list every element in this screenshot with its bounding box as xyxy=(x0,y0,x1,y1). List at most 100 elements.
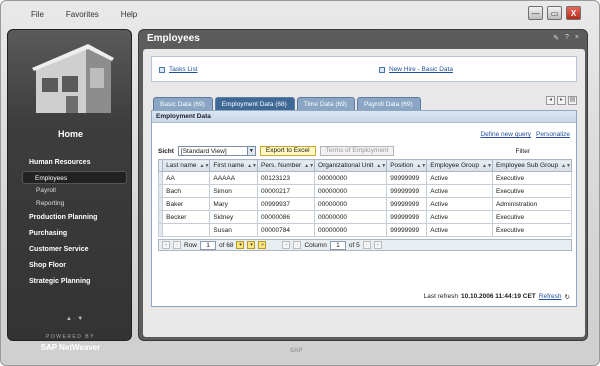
table-cell: Sidney xyxy=(209,210,259,224)
terms-of-employment-button[interactable]: Terms of Employment xyxy=(319,146,395,156)
nav-section-strategic-planning[interactable]: Strategic Planning xyxy=(8,274,133,290)
refresh-icon[interactable]: ↻ xyxy=(565,293,570,301)
nav-section-production-planning[interactable]: Production Planning xyxy=(8,210,133,226)
filter-label[interactable]: Filter xyxy=(516,148,530,155)
col-org-unit[interactable]: Organizational Unit ▲▼ xyxy=(314,159,388,172)
chevron-down-icon[interactable]: ▼ xyxy=(246,147,255,155)
sort-icon[interactable]: ▲▼ xyxy=(200,163,210,169)
tab-prev-icon[interactable]: ◂ xyxy=(546,96,555,105)
sort-icon[interactable]: ▲▼ xyxy=(376,163,386,169)
maximize-button[interactable]: ▭ xyxy=(547,6,562,20)
page-title: Employees xyxy=(147,33,200,44)
col-employee-sub-group[interactable]: Employee Sub Group ▲▼ xyxy=(491,159,573,172)
menu-file[interactable]: File xyxy=(31,10,44,19)
first-page-icon[interactable]: « xyxy=(162,241,170,249)
last-page-icon[interactable]: » xyxy=(258,241,267,249)
query-links: Define new query Personalize xyxy=(480,131,570,138)
row-of-label: of 68 xyxy=(219,241,234,249)
table-cell: 00123123 xyxy=(257,171,316,185)
table-cell: 00000000 xyxy=(314,210,388,224)
edit-icon[interactable]: ✎ xyxy=(553,34,559,42)
new-hire-link[interactable]: New Hire - Basic Data xyxy=(379,66,453,73)
prev-col-icon[interactable]: ‹ xyxy=(293,241,302,249)
sort-icon[interactable]: ▲▼ xyxy=(482,163,492,169)
tab-next-icon[interactable]: ▸ xyxy=(557,96,566,105)
table-cell: Mary xyxy=(209,197,259,211)
refresh-link[interactable]: Refresh xyxy=(539,293,562,301)
table-row[interactable]: Susan 00000784 00000000 99999999 Active Execu… xyxy=(157,223,573,237)
next-col-icon[interactable]: › xyxy=(362,241,371,249)
close-button[interactable]: X xyxy=(566,6,581,20)
minimize-button[interactable]: — xyxy=(528,6,543,20)
table-row[interactable]: Bach Simon 00000217 00000000 99999999 Active E… xyxy=(157,184,573,198)
tab-payroll-data[interactable]: Payroll Data (69) xyxy=(356,97,421,110)
col-label: Organizational Unit xyxy=(318,162,374,169)
menu-help[interactable]: Help xyxy=(121,10,137,19)
tab-scroll-buttons: ◂ ▸ ▤ xyxy=(546,96,577,105)
new-hire-label: New Hire - Basic Data xyxy=(389,66,453,73)
col-label: Last name xyxy=(166,162,197,169)
col-last-name[interactable]: Last name ▲▼ xyxy=(162,159,211,172)
table-cell: Baker xyxy=(162,197,211,211)
nav-scroll-arrows[interactable]: ▲ · ▼ xyxy=(66,316,83,322)
table-row[interactable]: AA AAAAA 00123123 00000000 99999999 Active Exe… xyxy=(157,171,573,185)
col-position[interactable]: Position ▲▼ xyxy=(386,159,428,172)
view-select[interactable]: [Standard View] ▼ xyxy=(177,146,256,156)
main-panel: Employees ✎ ? × Tasks List New Hire - Ba… xyxy=(138,29,588,341)
sort-icon[interactable]: ▲▼ xyxy=(561,163,571,169)
sort-icon[interactable]: ▲▼ xyxy=(304,163,314,169)
nav-menu: Human Resources Employees Payroll Report… xyxy=(8,155,133,290)
tab-employment-data[interactable]: Employment Data (68) xyxy=(214,97,295,110)
col-label: Employee Sub Group xyxy=(495,162,559,169)
col-employee-group[interactable]: Employee Group ▲▼ xyxy=(426,159,493,172)
prev-page-icon[interactable]: ‹ xyxy=(173,241,181,249)
nav-section-human-resources[interactable]: Human Resources xyxy=(8,155,133,171)
home-building-icon[interactable] xyxy=(26,38,116,123)
table-cell: Executive xyxy=(491,210,573,224)
personalize-link[interactable]: Personalize xyxy=(536,131,570,138)
column-input[interactable]: 1 xyxy=(329,240,346,250)
home-label[interactable]: Home xyxy=(8,129,133,139)
tab-basic-data[interactable]: Basic Data (69) xyxy=(153,97,213,110)
next-page-icon[interactable]: ▾ xyxy=(236,241,245,249)
nav-item-reporting[interactable]: Reporting xyxy=(8,197,133,210)
table-cell: Executive xyxy=(491,184,573,198)
tab-time-data[interactable]: Time Data (69) xyxy=(296,97,355,110)
first-col-icon[interactable]: « xyxy=(282,241,291,249)
col-pers-number[interactable]: Pers. Number ▲▼ xyxy=(257,159,316,172)
powered-by-label: POWERED BY xyxy=(46,334,95,340)
table-cell: 99999999 xyxy=(386,184,428,198)
last-refresh-timestamp: 10.10.2006 11:44:19 CET xyxy=(460,293,536,300)
nav-section-shop-floor[interactable]: Shop Floor xyxy=(8,258,133,274)
table-row[interactable]: Becker Sidney 00000086 00000000 99999999 Acti… xyxy=(157,210,573,224)
table-cell: Executive xyxy=(491,171,573,185)
row-input[interactable]: 1 xyxy=(200,240,217,250)
sort-icon[interactable]: ▲▼ xyxy=(247,163,257,169)
table-cell: Administration xyxy=(491,197,573,211)
table-row[interactable]: Baker Mary 00999937 00000000 99999999 Active A… xyxy=(157,197,573,211)
sort-icon[interactable]: ▲▼ xyxy=(416,163,426,169)
last-col-icon[interactable]: » xyxy=(373,241,382,249)
next-block-icon[interactable]: ▾ xyxy=(247,241,256,249)
title-icons: ✎ ? × xyxy=(553,34,579,42)
document-icon xyxy=(159,66,165,73)
tasks-list-link[interactable]: Tasks List xyxy=(159,66,198,73)
column-of-label: of 5 xyxy=(348,241,360,249)
table-cell: 00000000 xyxy=(314,184,388,198)
export-excel-button[interactable]: Export to Excel xyxy=(259,146,316,156)
nav-section-customer-service[interactable]: Customer Service xyxy=(8,242,133,258)
nav-item-payroll[interactable]: Payroll xyxy=(8,184,133,197)
nav-item-employees[interactable]: Employees xyxy=(22,171,127,184)
help-icon[interactable]: ? xyxy=(565,34,569,42)
nav-section-purchasing[interactable]: Purchasing xyxy=(8,226,133,242)
col-label: First name xyxy=(213,162,245,169)
tab-list-icon[interactable]: ▤ xyxy=(568,96,577,105)
col-first-name[interactable]: First name ▲▼ xyxy=(209,159,259,172)
table-pager: « ‹ Row 1 of 68 ▾ ▾ » « ‹ Column 1 of 5 … xyxy=(158,239,572,251)
define-query-link[interactable]: Define new query xyxy=(480,131,531,138)
table-cell: AAAAA xyxy=(209,171,259,185)
table-cell: 00000000 xyxy=(314,197,388,211)
close-panel-icon[interactable]: × xyxy=(575,34,579,42)
table-cell: 99999999 xyxy=(386,171,428,185)
menu-favorites[interactable]: Favorites xyxy=(66,10,99,19)
